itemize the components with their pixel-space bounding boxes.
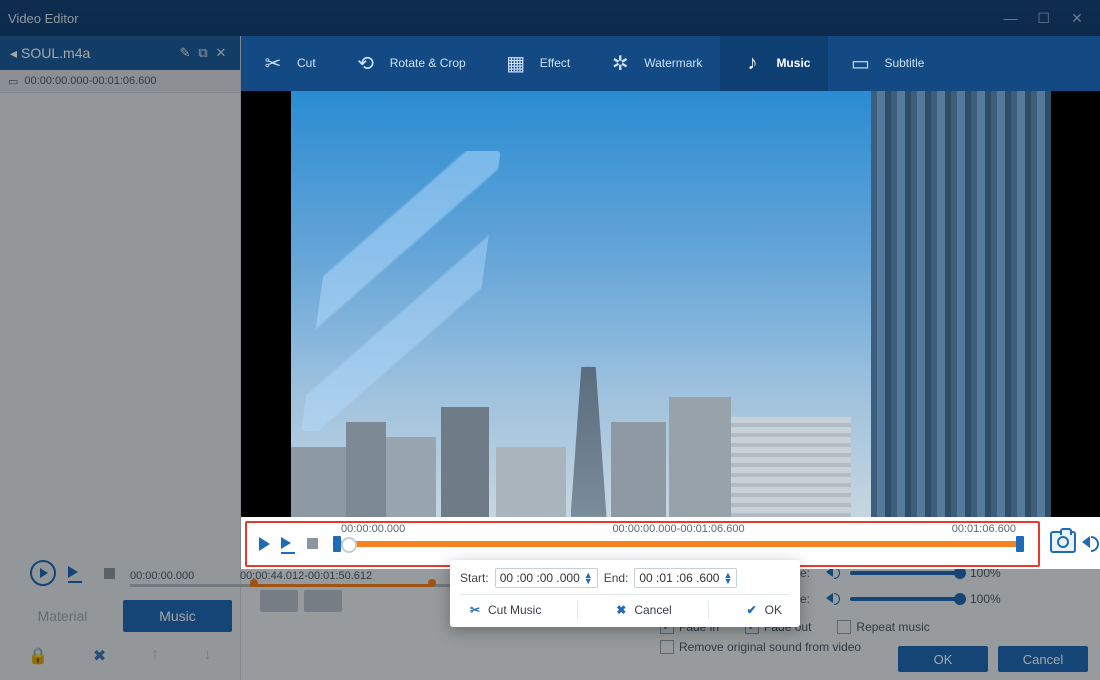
trim-range-label: 00:00:00.000-00:01:06.600 — [612, 523, 744, 535]
video-preview[interactable] — [291, 91, 1051, 517]
repeat-music-checkbox[interactable]: Repeat music — [837, 620, 929, 634]
ok-button[interactable]: OK — [898, 646, 988, 672]
ribbon-subtitle[interactable]: ▭ Subtitle — [828, 36, 942, 91]
trim-handle-start[interactable] — [333, 536, 341, 552]
end-time-input[interactable]: 00 :01 :06 .600 ▲▼ — [634, 568, 737, 588]
speaker-icon[interactable] — [826, 593, 840, 605]
global-track[interactable] — [130, 584, 460, 587]
global-play-range-button[interactable] — [66, 564, 84, 582]
audio-volume-slider[interactable] — [850, 571, 960, 575]
segment-chip[interactable] — [304, 590, 342, 612]
trim-start-label: 00:00:00.000 — [341, 523, 405, 535]
end-time-value: 00 :01 :06 .600 — [639, 571, 719, 585]
spinner-arrows-icon[interactable]: ▲▼ — [584, 572, 593, 584]
cut-music-button[interactable]: ✂ Cut Music — [460, 601, 549, 619]
edit-icon[interactable]: ✎ — [176, 45, 194, 61]
lock-icon[interactable]: 🔒 — [28, 646, 48, 666]
ribbon-watermark[interactable]: ✲ Watermark — [588, 36, 720, 91]
ribbon-effect[interactable]: ▦ Effect — [484, 36, 588, 91]
maximize-icon[interactable]: ☐ — [1029, 10, 1059, 27]
watermark-icon: ✲ — [606, 49, 634, 77]
snapshot-icon[interactable] — [1050, 531, 1076, 553]
x-icon: ✖ — [614, 603, 628, 617]
popup-cancel-button[interactable]: ✖ Cancel — [606, 601, 679, 619]
volume-icon[interactable] — [1082, 536, 1090, 548]
minimize-icon[interactable]: — — [995, 10, 1025, 26]
scissors-icon: ✂ — [259, 49, 287, 77]
window-controls: — ☐ ✕ — [995, 10, 1092, 27]
copy-icon[interactable]: ⧉ — [194, 45, 212, 61]
play-button[interactable] — [255, 535, 273, 553]
popup-end-label: End: — [604, 571, 629, 585]
popup-cancel-label: Cancel — [634, 603, 671, 617]
trim-handle-end[interactable] — [1016, 536, 1024, 552]
popup-start-label: Start: — [460, 571, 489, 585]
ribbon-label: Music — [776, 56, 810, 70]
file-chip[interactable]: ◂ SOUL.m4a ✎ ⧉ ✕ — [0, 36, 240, 70]
ribbon-label: Rotate & Crop — [390, 56, 466, 70]
clip-row[interactable]: ▭ 00:00:00.000-00:01:06.600 — [0, 70, 240, 93]
ribbon-rotate-crop[interactable]: ⟲ Rotate & Crop — [334, 36, 484, 91]
move-down-icon[interactable]: ↓ — [204, 646, 212, 666]
music-icon: ♪ — [738, 49, 766, 77]
preview-area — [241, 91, 1100, 517]
move-up-icon[interactable]: ↑ — [151, 646, 159, 666]
clip-range: 00:00:00.000-00:01:06.600 — [24, 75, 156, 87]
popup-ok-button[interactable]: ✔ OK — [737, 601, 790, 619]
close-icon[interactable]: ✕ — [1062, 10, 1092, 27]
trim-end-label: 00:01:06.600 — [952, 523, 1016, 535]
global-play-button[interactable] — [30, 560, 56, 586]
trim-track[interactable]: 00:00:00.000 00:00:00.000-00:01:06.600 0… — [335, 541, 1022, 547]
cut-music-label: Cut Music — [488, 603, 541, 617]
spinner-arrows-icon[interactable]: ▲▼ — [723, 572, 732, 584]
subtitle-icon: ▭ — [846, 49, 874, 77]
titlebar: Video Editor — ☐ ✕ — [0, 0, 1100, 36]
ribbon-label: Cut — [297, 56, 316, 70]
ribbon-label: Subtitle — [884, 56, 924, 70]
orig-volume-slider[interactable] — [850, 597, 960, 601]
effect-icon: ▦ — [502, 49, 530, 77]
crop-icon: ⟲ — [352, 49, 380, 77]
ribbon-music[interactable]: ♪ Music — [720, 36, 828, 91]
remove-sound-label: Remove original sound from video — [679, 640, 861, 654]
tab-material[interactable]: Material — [8, 600, 117, 632]
app-title: Video Editor — [8, 11, 995, 26]
ribbon-cut[interactable]: ✂ Cut — [241, 36, 334, 91]
global-tc-start: 00:00:00.000 — [130, 570, 194, 582]
delete-icon[interactable]: ✖ — [93, 646, 106, 666]
scissors-icon: ✂ — [468, 603, 482, 617]
check-icon: ✔ — [745, 603, 759, 617]
global-stop-button[interactable] — [100, 564, 118, 582]
side-tabs: Material Music — [0, 592, 240, 640]
cancel-button[interactable]: Cancel — [998, 646, 1088, 672]
playhead[interactable] — [341, 537, 357, 553]
orig-volume-value: 100% — [970, 592, 1001, 606]
tab-music[interactable]: Music — [123, 600, 232, 632]
start-time-value: 00 :00 :00 .000 — [500, 571, 580, 585]
ribbon-label: Watermark — [644, 56, 702, 70]
global-tc-range: 00:00:44.012-00:01:50.612 — [240, 570, 372, 582]
side-actions: 🔒 ✖ ↑ ↓ — [0, 640, 240, 680]
segment-chip[interactable] — [260, 590, 298, 612]
app-window: Video Editor — ☐ ✕ ◂ SOUL.m4a ✎ ⧉ ✕ ▭ 00… — [0, 0, 1100, 680]
trim-popup: Start: 00 :00 :00 .000 ▲▼ End: 00 :01 :0… — [450, 560, 800, 627]
remove-original-sound-checkbox[interactable]: Remove original sound from video — [660, 640, 861, 654]
stop-button[interactable] — [303, 535, 321, 553]
popup-ok-label: OK — [765, 603, 782, 617]
start-time-input[interactable]: 00 :00 :00 .000 ▲▼ — [495, 568, 598, 588]
clip-icon: ▭ — [8, 75, 18, 88]
tool-ribbon: ✂ Cut ⟲ Rotate & Crop ▦ Effect ✲ Waterma… — [241, 36, 1100, 91]
chevron-left-icon: ◂ — [10, 45, 17, 62]
remove-file-icon[interactable]: ✕ — [212, 45, 230, 61]
ribbon-label: Effect — [540, 56, 570, 70]
repeat-label: Repeat music — [856, 620, 929, 634]
play-range-button[interactable] — [279, 535, 297, 553]
file-name: SOUL.m4a — [21, 45, 90, 61]
